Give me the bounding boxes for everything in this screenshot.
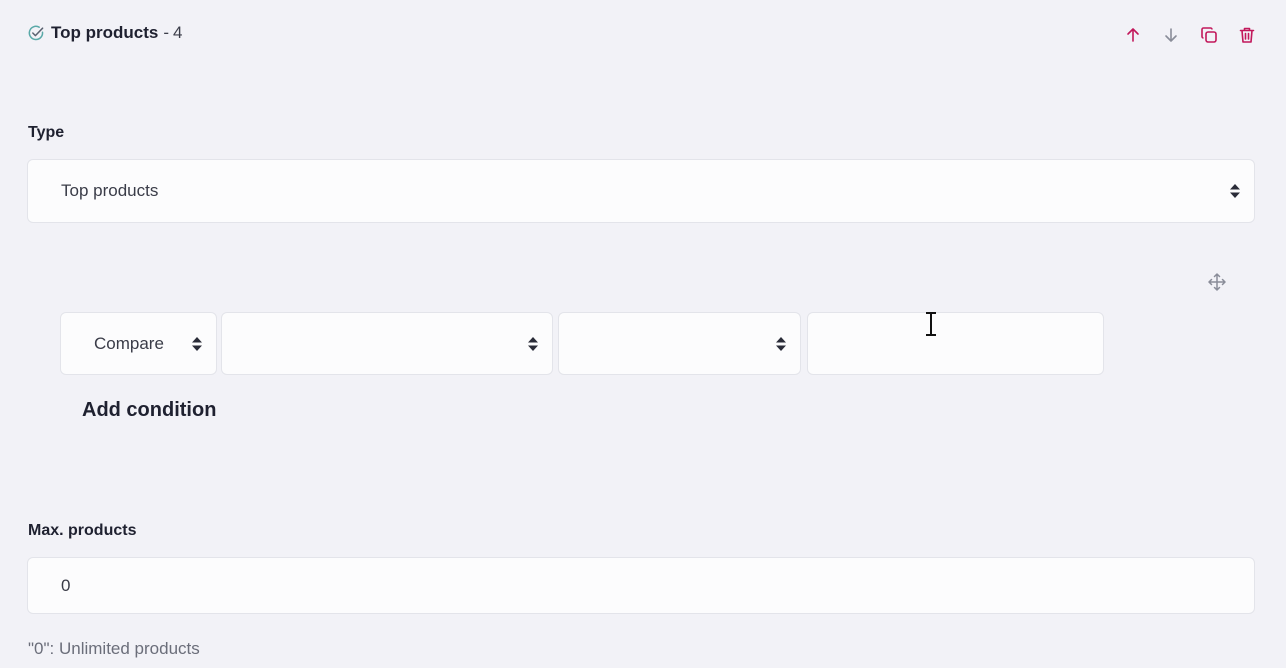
sort-arrows-icon	[1230, 184, 1240, 198]
block-header: Top products - 4	[27, 22, 182, 44]
type-select-value: Top products	[61, 181, 159, 200]
block-title: Top products	[51, 23, 159, 42]
arrow-up-icon	[1127, 28, 1139, 42]
max-products-input[interactable]: 0	[27, 557, 1255, 614]
compare-select[interactable]: Compare	[60, 312, 217, 375]
move-up-button[interactable]	[1122, 24, 1144, 46]
move-down-button[interactable]	[1160, 24, 1182, 46]
block-number: 4	[173, 23, 183, 42]
add-condition-button[interactable]: Add condition	[82, 399, 216, 422]
duplicate-button[interactable]	[1198, 24, 1220, 46]
text-cursor-icon	[926, 312, 936, 336]
operator-select[interactable]	[558, 312, 801, 375]
compare-select-value: Compare	[94, 333, 164, 353]
sort-arrows-icon	[528, 336, 538, 351]
type-label: Type	[28, 124, 65, 141]
arrow-down-icon	[1165, 28, 1177, 42]
max-products-label: Max. products	[28, 522, 137, 539]
move-icon[interactable]	[1208, 273, 1226, 291]
title-separator: -	[163, 23, 170, 42]
type-select[interactable]: Top products	[27, 159, 1255, 223]
check-circle-icon	[27, 24, 45, 42]
duplicate-icon	[1201, 27, 1217, 43]
sort-arrows-icon	[776, 336, 786, 351]
condition-value-input[interactable]	[807, 312, 1104, 375]
block-actions	[1122, 24, 1258, 46]
max-products-hint: "0": Unlimited products	[28, 639, 200, 658]
field-select[interactable]	[221, 312, 553, 375]
max-products-value: 0	[61, 575, 71, 595]
trash-icon	[1239, 27, 1255, 43]
sort-arrows-icon	[192, 336, 202, 351]
delete-button[interactable]	[1236, 24, 1258, 46]
